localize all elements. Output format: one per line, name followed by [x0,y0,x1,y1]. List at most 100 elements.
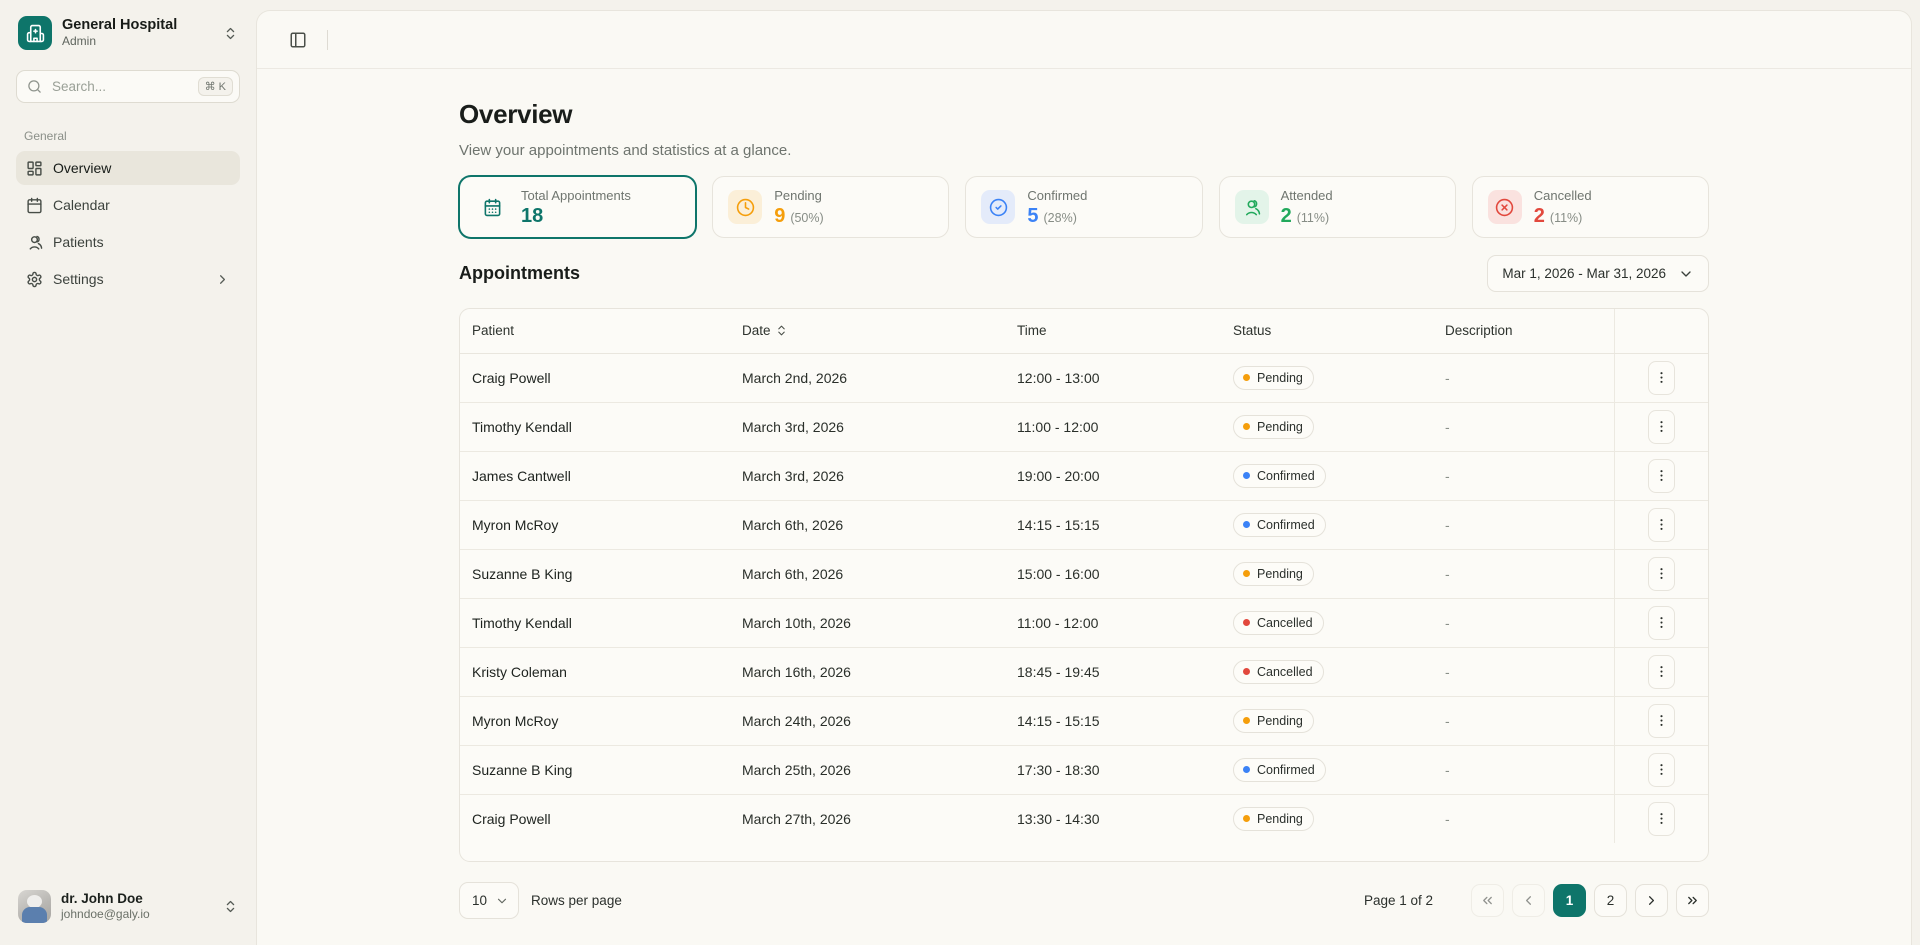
stat-value: 18 [521,206,543,226]
sidebar-item-label: Overview [53,160,111,176]
appointments-title: Appointments [459,263,580,284]
stats-row: Total Appointments 18 Pending9(50%) Confirm… [459,176,1709,238]
chevron-right-icon [1644,893,1659,908]
row-actions-button[interactable] [1648,704,1675,738]
date-range-button[interactable]: Mar 1, 2026 - Mar 31, 2026 [1487,255,1709,292]
gear-icon [26,271,43,288]
org-switcher[interactable]: General Hospital Admin [16,14,240,52]
chevron-right-icon [215,272,230,287]
user-email: johndoe@galy.io [61,908,150,922]
stat-card-cancelled[interactable]: Cancelled2(11%) [1472,176,1709,238]
cell-actions [1614,353,1708,402]
column-header-date[interactable]: Date [730,309,1005,353]
previous-page-button[interactable] [1512,884,1545,917]
appointments-table: PatientDateTimeStatusDescription Craig P… [460,309,1708,843]
topbar [257,11,1911,69]
table-row: James CantwellMarch 3rd, 202619:00 - 20:… [460,451,1708,500]
row-actions-button[interactable] [1648,508,1675,542]
row-actions-button[interactable] [1648,361,1675,395]
column-header-actions [1614,309,1708,353]
cell-time: 14:15 - 15:15 [1005,696,1221,745]
circle-x-icon [1488,190,1522,224]
cell-description: - [1433,549,1614,598]
stat-label: Cancelled [1534,189,1592,202]
status-badge: Pending [1233,562,1314,586]
cell-actions [1614,794,1708,843]
avatar [18,890,51,923]
page-subtitle: View your appointments and statistics at… [459,142,1709,159]
sort-icon[interactable] [775,324,788,337]
cell-description: - [1433,794,1614,843]
next-page-button[interactable] [1635,884,1668,917]
status-badge: Confirmed [1233,758,1326,782]
stat-percentage: (50%) [790,211,823,225]
sidebar-item-patients[interactable]: Patients [16,225,240,259]
sidebar-item-calendar[interactable]: Calendar [16,188,240,222]
sidebar-nav: Overview CalendarPatientsSettings [16,151,240,299]
cell-date: March 6th, 2026 [730,549,1005,598]
hospital-icon [18,16,52,50]
row-actions-button[interactable] [1648,655,1675,689]
stat-card-pending[interactable]: Pending9(50%) [712,176,949,238]
status-label: Pending [1257,567,1303,581]
table-footer: 10 Rows per page Page 1 of 2 12 [459,882,1709,941]
cell-status: Pending [1221,696,1433,745]
last-page-button[interactable] [1676,884,1709,917]
stat-card-total-appointments[interactable]: Total Appointments 18 [459,176,696,238]
sidebar-item-overview[interactable]: Overview [16,151,240,185]
row-actions-button[interactable] [1648,753,1675,787]
stat-label: Total Appointments [521,189,631,202]
status-label: Cancelled [1257,665,1313,679]
search-box[interactable]: ⌘ K [16,70,240,103]
chevrons-up-down-icon [223,899,238,914]
column-header-status: Status [1221,309,1433,353]
kebab-icon [1654,468,1669,483]
rows-per-page-value: 10 [472,893,487,908]
column-label: Patient [472,323,514,338]
chevrons-left-icon [1480,893,1495,908]
users-icon [26,234,43,251]
stat-label: Pending [774,189,823,202]
row-actions-button[interactable] [1648,459,1675,493]
first-page-button[interactable] [1471,884,1504,917]
user-menu[interactable]: dr. John Doe johndoe@galy.io [16,888,240,925]
cell-actions [1614,500,1708,549]
stat-card-attended[interactable]: Attended2(11%) [1219,176,1456,238]
cell-status: Pending [1221,353,1433,402]
chevrons-up-down-icon [223,26,238,41]
appointments-table-card: PatientDateTimeStatusDescription Craig P… [459,308,1709,862]
cell-date: March 10th, 2026 [730,598,1005,647]
status-label: Cancelled [1257,616,1313,630]
sidebar-item-settings[interactable]: Settings [16,262,240,296]
row-actions-button[interactable] [1648,557,1675,591]
stat-value: 5 [1027,206,1038,226]
kebab-icon [1654,713,1669,728]
cell-time: 11:00 - 12:00 [1005,598,1221,647]
stat-value: 2 [1281,206,1292,226]
row-actions-button[interactable] [1648,410,1675,444]
stat-label: Confirmed [1027,189,1087,202]
chevron-left-icon [1521,893,1536,908]
rows-per-page-select[interactable]: 10 [459,882,519,919]
dashboard-icon [26,160,43,177]
org-name: General Hospital [62,17,177,34]
cell-description: - [1433,451,1614,500]
kebab-icon [1654,370,1669,385]
cell-description: - [1433,500,1614,549]
appointments-header: Appointments Mar 1, 2026 - Mar 31, 2026 [459,255,1709,292]
cell-actions [1614,451,1708,500]
row-actions-button[interactable] [1648,606,1675,640]
cell-date: March 24th, 2026 [730,696,1005,745]
sidebar-toggle-button[interactable] [283,25,313,55]
user-name: dr. John Doe [61,891,150,907]
cell-time: 17:30 - 18:30 [1005,745,1221,794]
kebab-icon [1654,566,1669,581]
page-button-1[interactable]: 1 [1553,884,1586,917]
page-button-2[interactable]: 2 [1594,884,1627,917]
panel-left-icon [289,31,307,49]
search-input[interactable] [50,78,190,95]
stat-card-confirmed[interactable]: Confirmed5(28%) [965,176,1202,238]
calendar-icon [26,197,43,214]
chevrons-right-icon [1685,893,1700,908]
row-actions-button[interactable] [1648,802,1675,836]
